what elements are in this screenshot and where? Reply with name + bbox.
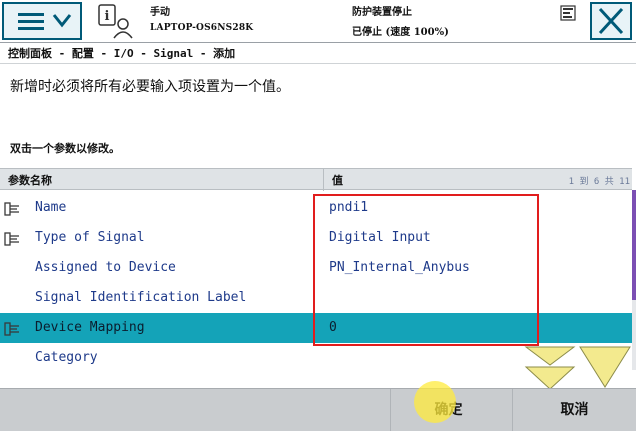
close-button[interactable] (590, 2, 632, 40)
task-status-icon[interactable] (560, 5, 576, 21)
table-header: 参数名称 值 1 到 6 共 11 (0, 168, 632, 191)
table-row[interactable]: Signal Identification Label (0, 283, 632, 313)
close-icon (598, 7, 624, 35)
table-row-selected[interactable]: Device Mapping 0 (0, 313, 632, 343)
svg-text:i: i (105, 9, 110, 24)
column-header-name: 参数名称 (8, 174, 52, 187)
breadcrumb: 控制面板 - 配置 - I/O - Signal - 添加 (0, 44, 636, 64)
top-status-bar: i 手动 LAPTOP-OS6NS28K 防护装置停止 已停止 (速度 100%… (0, 0, 636, 43)
operator-status-icon[interactable]: i (95, 2, 135, 40)
param-value: pndi1 (329, 200, 369, 215)
page-indicator: 1 到 6 共 11 (568, 177, 630, 187)
param-value: 0 (329, 320, 337, 335)
table-row[interactable]: Type of Signal Digital Input (0, 223, 632, 253)
cancel-button[interactable]: 取消 (512, 389, 636, 431)
param-name: Name (35, 200, 67, 215)
run-state: 已停止 (速度 100%) (352, 27, 449, 38)
param-name: Signal Identification Label (35, 290, 247, 305)
scroll-down-icon[interactable] (520, 345, 632, 391)
scrollbar-thumb[interactable] (632, 190, 636, 300)
double-click-hint: 双击一个参数以修改。 (10, 142, 120, 155)
touch-cursor-indicator (414, 381, 456, 423)
column-header-value: 值 (332, 174, 343, 187)
controller-name: LAPTOP-OS6NS28K (150, 23, 254, 33)
required-param-icon (4, 231, 20, 246)
main-menu-button[interactable] (2, 2, 82, 40)
param-name: Assigned to Device (35, 260, 176, 275)
param-name: Type of Signal (35, 230, 145, 245)
param-name: Category (35, 350, 98, 365)
safety-state: 防护装置停止 (352, 7, 412, 18)
param-value: Digital Input (329, 230, 431, 245)
param-name: Device Mapping (35, 320, 145, 335)
table-row[interactable]: Name pndi1 (0, 193, 632, 223)
menu-icon (18, 13, 72, 30)
required-param-icon (4, 321, 20, 336)
required-param-icon (4, 201, 20, 216)
instruction-text: 新增时必须将所有必要输入项设置为一个值。 (10, 79, 290, 95)
bottom-action-bar: 确定 取消 (0, 388, 636, 431)
column-divider (323, 169, 324, 191)
table-row[interactable]: Assigned to Device PN_Internal_Anybus (0, 253, 632, 283)
operating-mode: 手动 (150, 7, 170, 18)
param-value: PN_Internal_Anybus (329, 260, 470, 275)
